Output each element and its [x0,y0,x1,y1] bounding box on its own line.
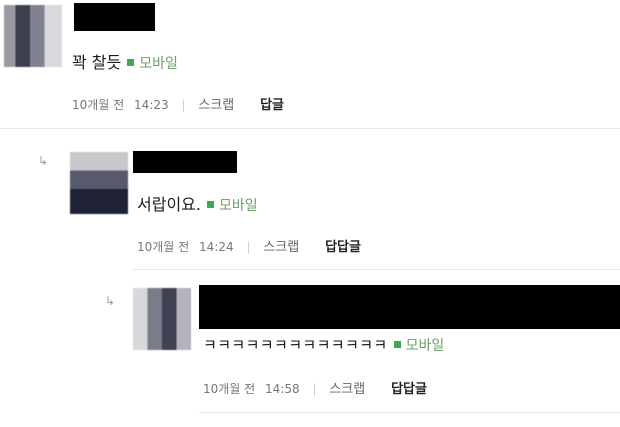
comment-time: 14:24 [199,240,234,254]
reply-arrow-icon: ↳ [105,294,116,308]
comment-meta: 10개월 전 14:58 | 스크랩 답답글 [203,378,427,397]
comment-text: ㅋㅋㅋㅋㅋㅋㅋㅋㅋㅋㅋㅋㅋ [203,336,388,354]
comment-text: 서랍이요. [137,195,201,214]
separator: | [181,98,186,112]
comment-time: 14:58 [265,382,300,396]
separator: | [246,240,251,254]
mobile-indicator-icon [206,201,214,208]
divider [133,269,620,270]
redacted-username [133,151,237,173]
comment-date: 10개월 전 [137,240,190,254]
comment-date: 10개월 전 [203,382,256,396]
comment-meta: 10개월 전 14:23 | 스크랩 답글 [72,94,284,113]
redacted-username [199,285,620,329]
mobile-indicator-icon [393,341,401,348]
mobile-label: 모바일 [218,198,258,214]
avatar[interactable] [70,152,128,214]
comment-body: 서랍이요. 모바일 [137,191,258,215]
scrap-button[interactable]: 스크랩 [263,240,299,255]
redacted-username [74,3,155,31]
mobile-label: 모바일 [139,56,178,72]
separator: | [312,382,317,396]
scrap-button[interactable]: 스크랩 [329,382,365,397]
comment-body: ㅋㅋㅋㅋㅋㅋㅋㅋㅋㅋㅋㅋㅋ 모바일 [203,334,444,355]
reply-button[interactable]: 답답글 [325,240,361,255]
comment-meta: 10개월 전 14:24 | 스크랩 답답글 [137,236,361,255]
mobile-label: 모바일 [405,338,445,354]
mobile-indicator-icon [127,59,135,66]
comment-text: 꽉 찰듯 [72,53,122,72]
comment-body: 꽉 찰듯 모바일 [72,49,178,73]
comment-date: 10개월 전 [72,98,125,112]
reply-button[interactable]: 답답글 [391,382,427,397]
reply-arrow-icon: ↳ [38,154,49,168]
comment-time: 14:23 [134,98,169,112]
avatar[interactable] [4,5,62,67]
divider [0,128,620,129]
avatar[interactable] [133,288,191,350]
scrap-button[interactable]: 스크랩 [198,98,234,113]
reply-button[interactable]: 답글 [260,98,284,113]
divider [199,412,620,413]
